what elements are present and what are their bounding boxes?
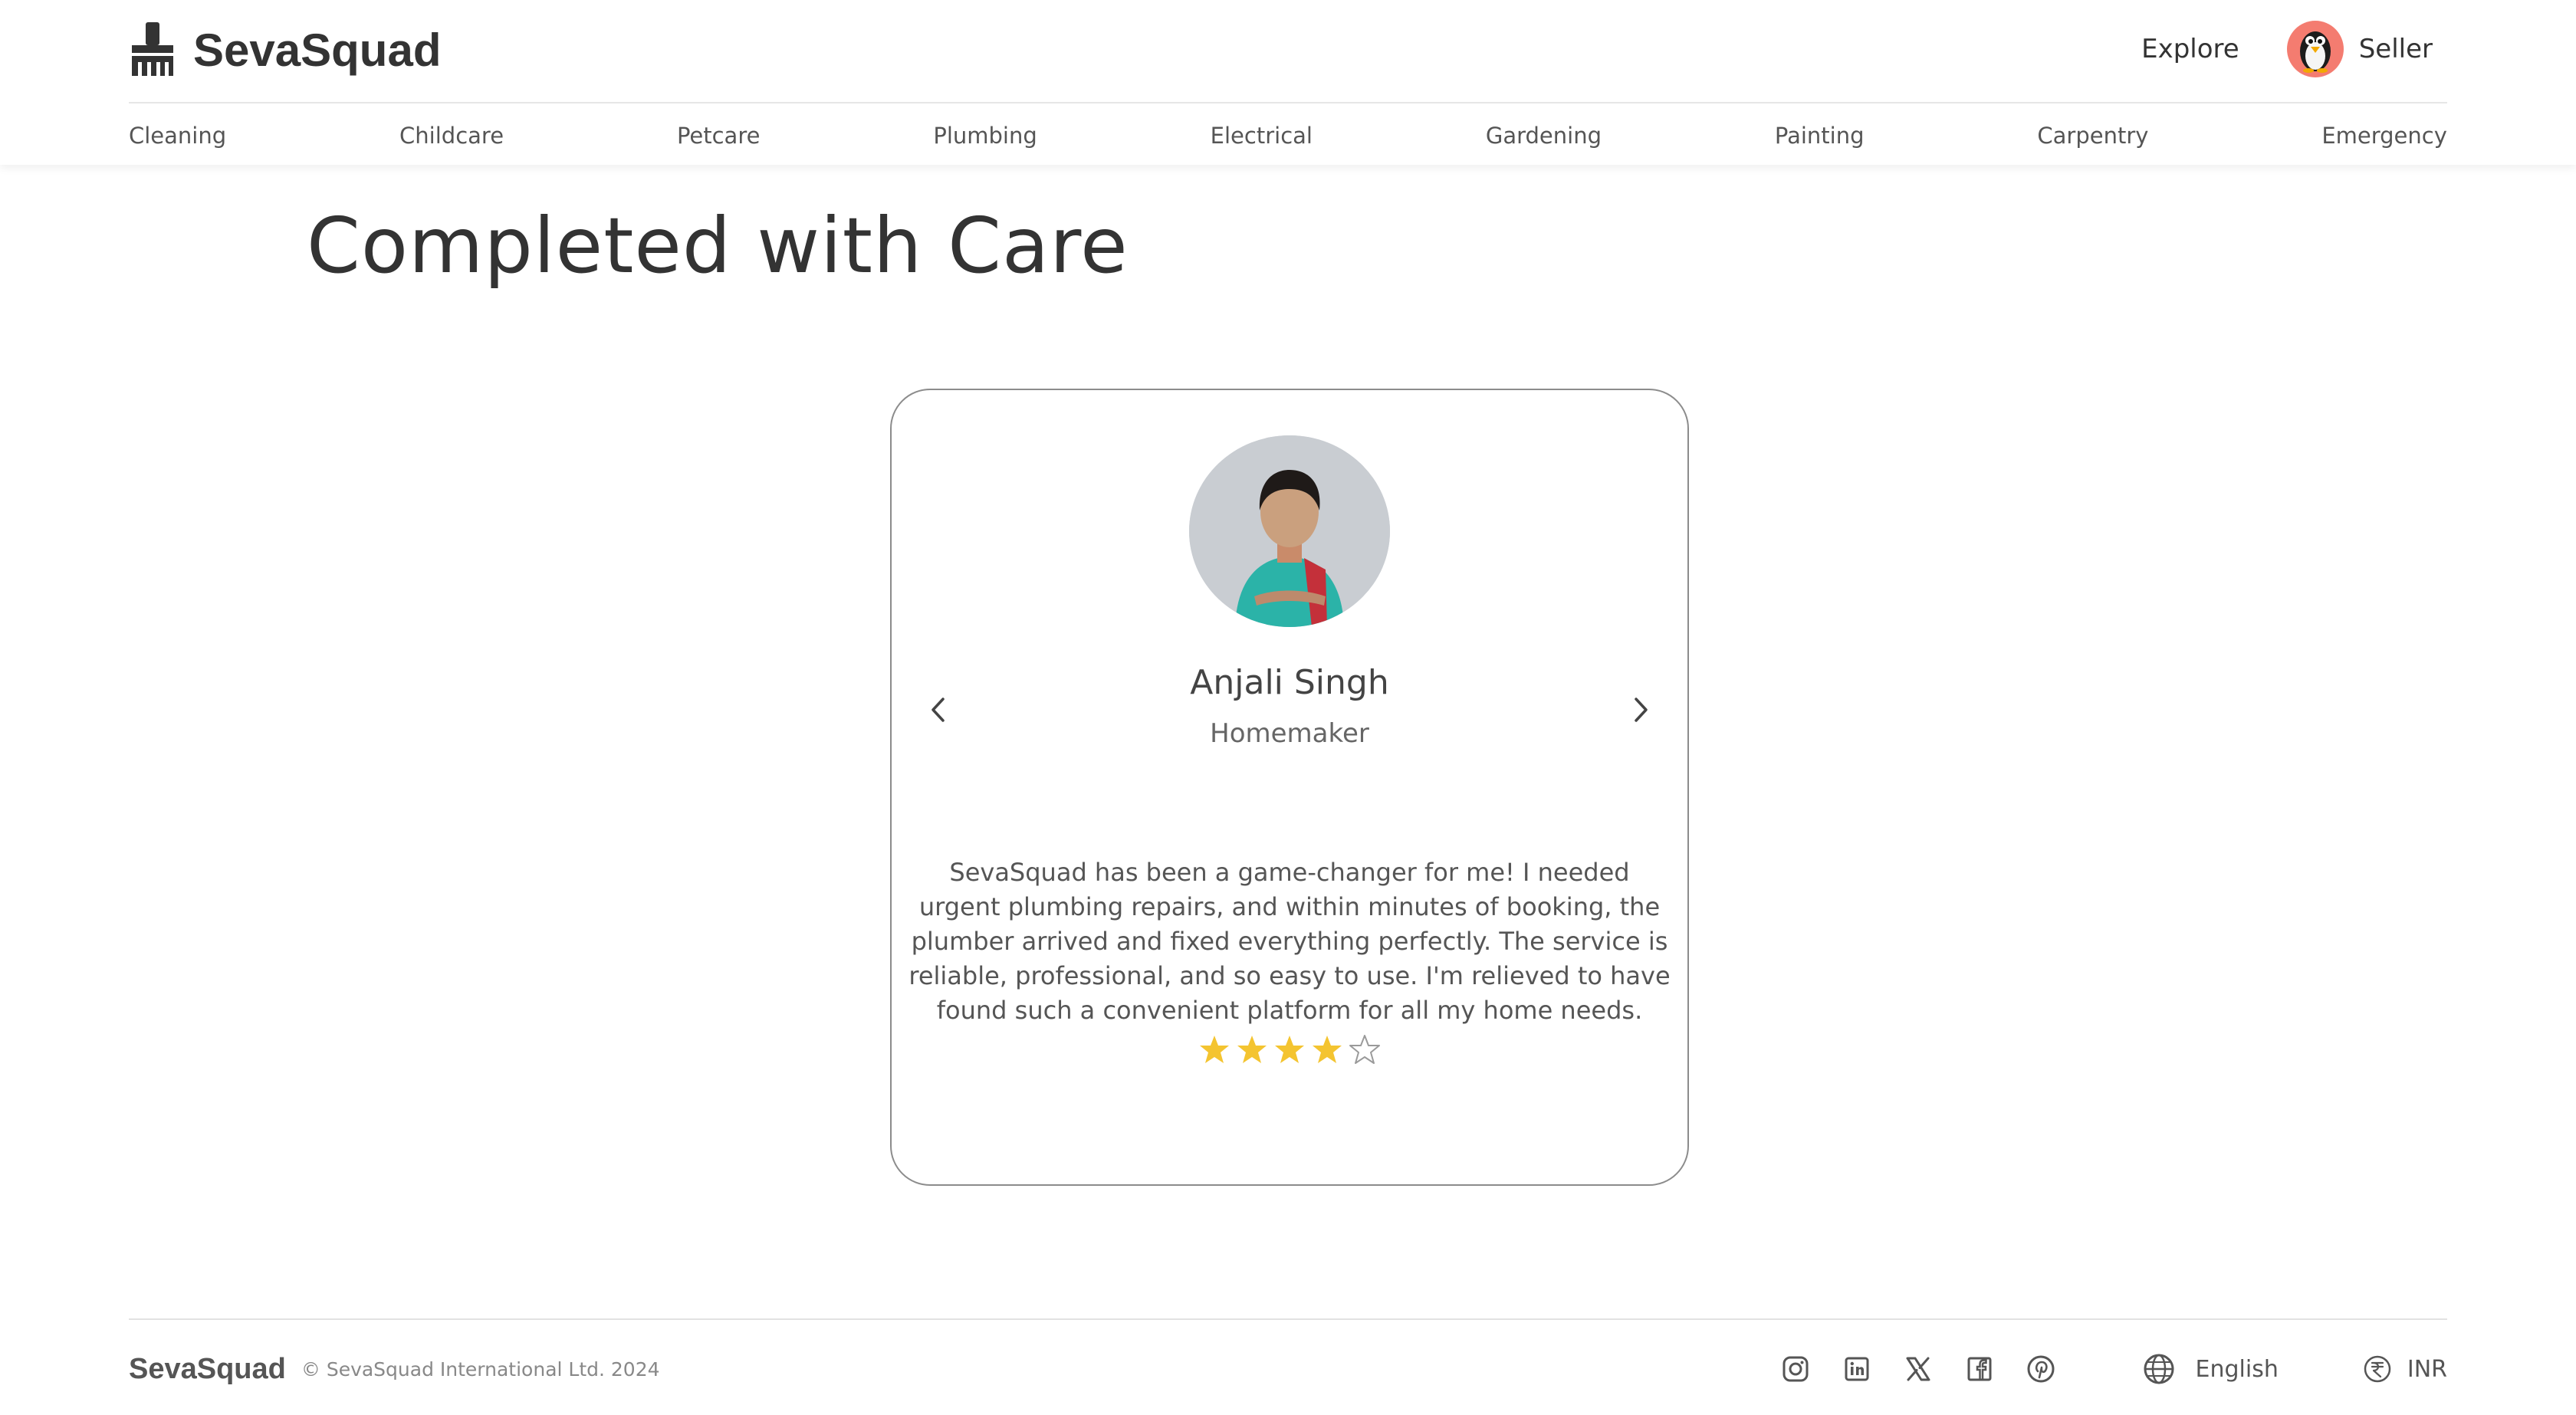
star-filled-icon — [1237, 1036, 1267, 1063]
category-nav: Cleaning Childcare Petcare Plumbing Elec… — [129, 119, 2447, 153]
header-actions: Explore Seller — [2141, 20, 2433, 78]
category-cleaning[interactable]: Cleaning — [129, 123, 226, 149]
x-icon — [1906, 1357, 1930, 1381]
linkedin-link[interactable] — [1840, 1352, 1874, 1386]
star-filled-icon — [1313, 1036, 1342, 1063]
header-divider — [129, 102, 2447, 103]
star-filled-icon — [1200, 1036, 1229, 1063]
x-link[interactable] — [1901, 1352, 1935, 1386]
pinterest-icon — [2027, 1355, 2055, 1383]
site-header: SevaSquad Explore Seller Cleaning Childc… — [0, 0, 2576, 165]
seller-link[interactable]: Seller — [2359, 34, 2433, 64]
category-carpentry[interactable]: Carpentry — [2037, 123, 2148, 149]
category-childcare[interactable]: Childcare — [399, 123, 504, 149]
explore-link[interactable]: Explore — [2141, 34, 2239, 64]
footer-right: English INR — [1779, 1352, 2447, 1386]
facebook-icon — [1967, 1357, 1992, 1381]
linkedin-icon — [1845, 1357, 1869, 1381]
instagram-icon — [1783, 1356, 1809, 1382]
category-electrical[interactable]: Electrical — [1211, 123, 1313, 149]
testimonial-role: Homemaker — [1210, 718, 1369, 749]
footer-brand[interactable]: SevaSquad — [129, 1353, 286, 1386]
instagram-link[interactable] — [1779, 1352, 1812, 1386]
language-label: English — [2195, 1355, 2279, 1383]
category-gardening[interactable]: Gardening — [1486, 123, 1602, 149]
testimonial-text: SevaSquad has been a game-changer for me… — [909, 858, 1671, 1025]
category-plumbing[interactable]: Plumbing — [933, 123, 1037, 149]
category-emergency[interactable]: Emergency — [2321, 123, 2447, 149]
star-filled-icon — [1275, 1036, 1304, 1063]
broom-icon — [132, 22, 173, 76]
brand-name: SevaSquad — [193, 24, 442, 76]
language-selector[interactable]: English — [2142, 1352, 2279, 1386]
rupee-icon — [2364, 1355, 2391, 1383]
currency-selector[interactable]: INR — [2363, 1354, 2447, 1384]
brand-logo[interactable]: SevaSquad — [129, 20, 441, 80]
person-photo — [1189, 435, 1390, 627]
star-empty-icon — [1349, 1035, 1380, 1064]
category-painting[interactable]: Painting — [1775, 123, 1865, 149]
facebook-link[interactable] — [1963, 1352, 1996, 1386]
copyright-text: © SevaSquad International Ltd. 2024 — [301, 1358, 660, 1381]
category-petcare[interactable]: Petcare — [677, 123, 761, 149]
site-footer: SevaSquad © SevaSquad International Ltd.… — [129, 1345, 2447, 1393]
page-title: Completed with Care — [307, 201, 1129, 291]
star-rating — [892, 1034, 1687, 1066]
currency-label: INR — [2407, 1355, 2447, 1383]
testimonial-name: Anjali Singh — [1190, 663, 1389, 702]
globe-icon — [2144, 1354, 2174, 1384]
testimonial-card: Anjali Singh Homemaker SevaSquad has bee… — [890, 389, 1689, 1186]
pinterest-link[interactable] — [2024, 1352, 2058, 1386]
avatar[interactable] — [2286, 21, 2344, 77]
testimonial-avatar — [1189, 435, 1390, 627]
footer-divider — [129, 1318, 2447, 1320]
penguin-icon — [2299, 31, 2331, 73]
